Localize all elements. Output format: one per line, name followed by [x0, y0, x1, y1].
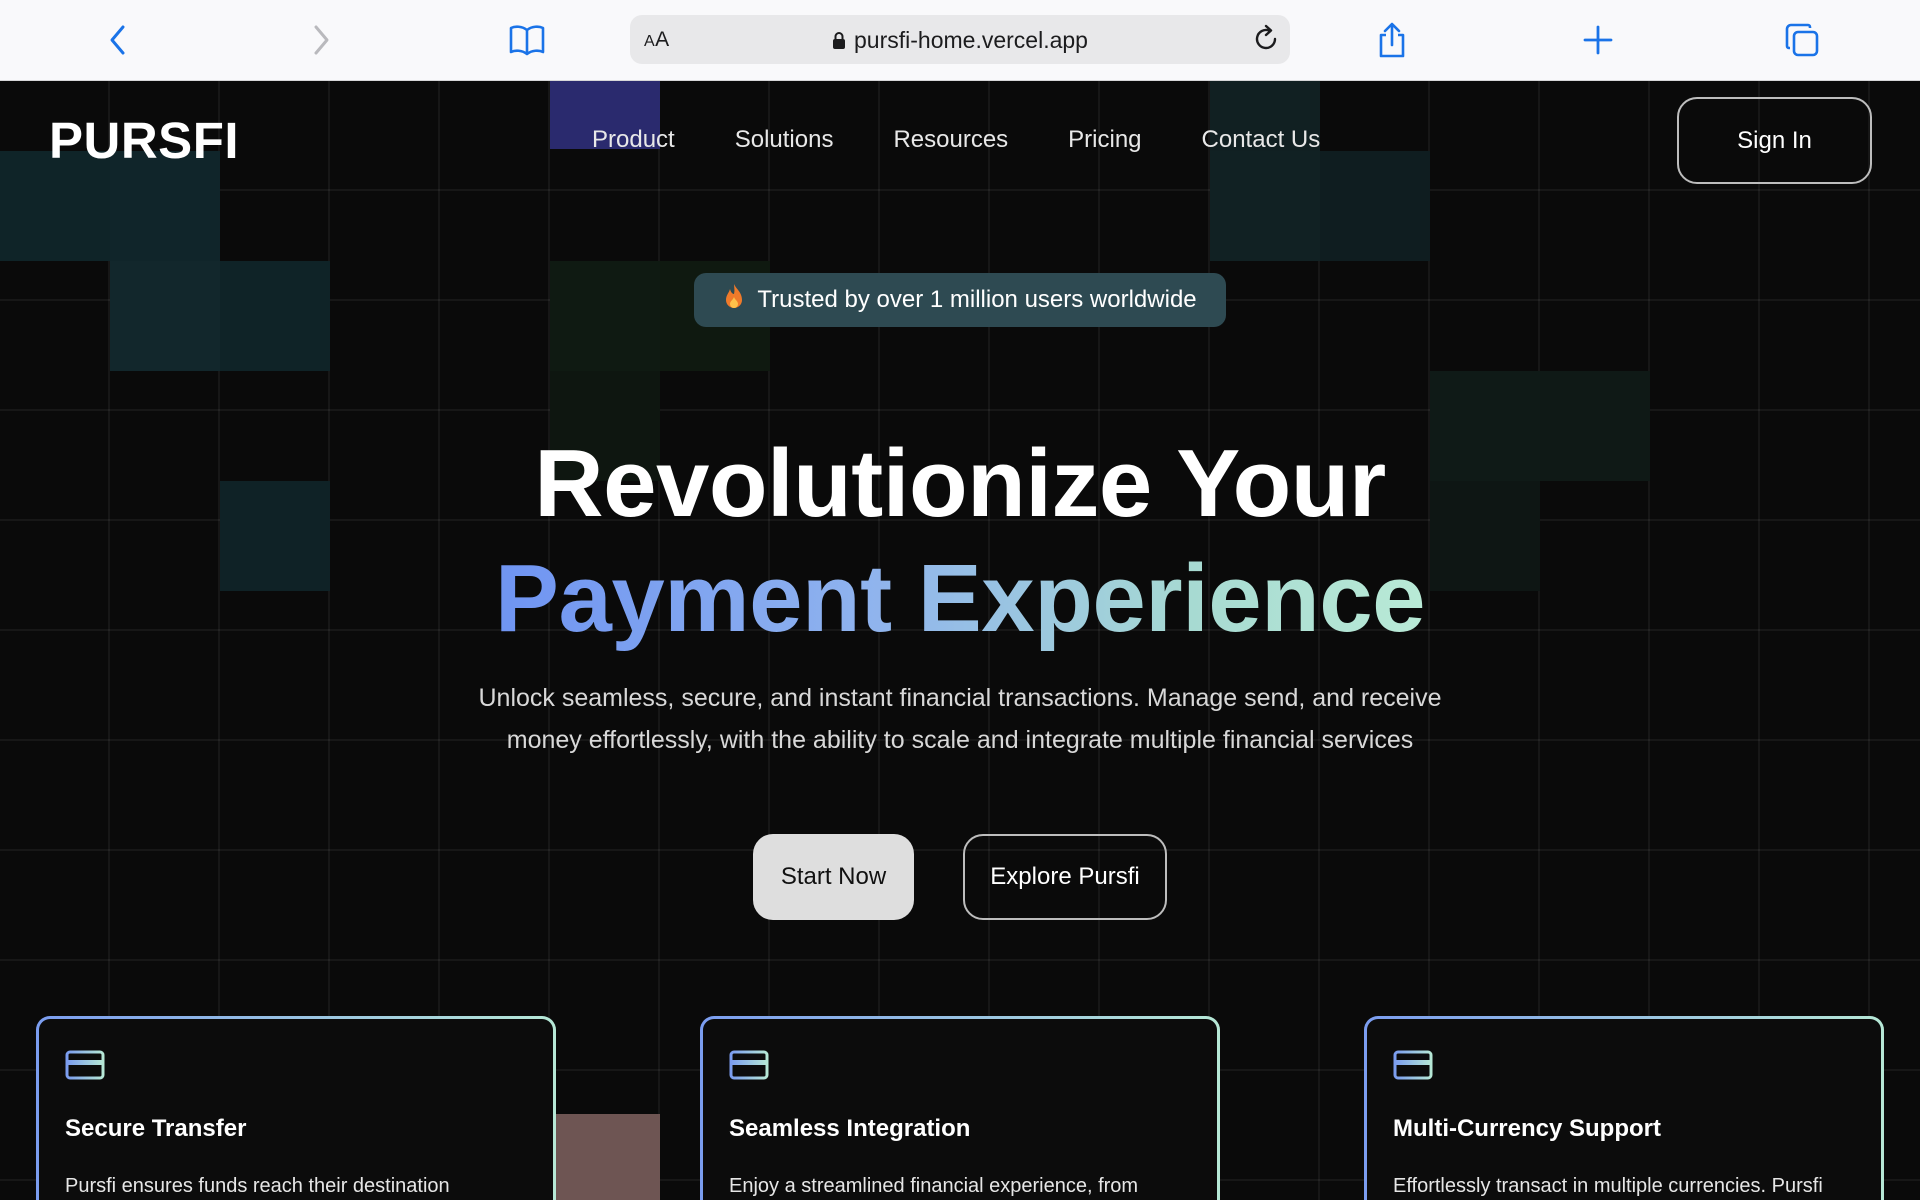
hero-title: Revolutionize Your Payment Experience [0, 426, 1920, 656]
fire-icon [723, 283, 745, 318]
nav-pricing[interactable]: Pricing [1068, 126, 1141, 154]
url-text: pursfi-home.vercel.app [854, 27, 1088, 53]
forward-icon[interactable] [301, 20, 341, 60]
feature-title: Multi-Currency Support [1393, 1115, 1661, 1142]
grid-tile [110, 261, 220, 371]
trust-badge: Trusted by over 1 million users worldwid… [694, 273, 1226, 327]
share-icon[interactable] [1372, 20, 1412, 60]
new-tab-icon[interactable] [1578, 20, 1618, 60]
grid-tile [550, 261, 660, 371]
feature-description: Effortlessly transact in multiple curren… [1393, 1175, 1823, 1197]
bookmarks-icon[interactable] [507, 20, 547, 60]
main-nav: Product Solutions Resources Pricing Cont… [592, 126, 1320, 154]
grid-tile [550, 1114, 660, 1200]
feature-description: Pursfi ensures funds reach their destina… [65, 1175, 450, 1197]
reload-icon[interactable] [1250, 23, 1282, 60]
feature-card-seamless-integration: Seamless Integration Enjoy a streamlined… [700, 1016, 1220, 1200]
grid-tile [1320, 151, 1430, 261]
lock-icon [832, 29, 846, 56]
credit-card-icon [65, 1049, 105, 1086]
back-icon[interactable] [98, 20, 138, 60]
nav-product[interactable]: Product [592, 126, 675, 154]
credit-card-icon [1393, 1049, 1433, 1086]
feature-title: Secure Transfer [65, 1115, 247, 1142]
nav-resources[interactable]: Resources [893, 126, 1008, 154]
tabs-overview-icon[interactable] [1782, 20, 1822, 60]
hero-subtitle: Unlock seamless, secure, and instant fin… [420, 677, 1500, 761]
hero-title-line2: Payment Experience [494, 545, 1426, 652]
feature-description: Enjoy a streamlined financial experience… [729, 1175, 1139, 1197]
credit-card-icon [729, 1049, 769, 1086]
grid-tile [1210, 151, 1320, 261]
hero-subtitle-line1: Unlock seamless, secure, and instant fin… [478, 684, 1442, 712]
feature-card-secure-transfer: Secure Transfer Pursfi ensures funds rea… [36, 1016, 556, 1200]
explore-pursfi-button[interactable]: Explore Pursfi [963, 834, 1167, 920]
nav-contact-us[interactable]: Contact Us [1202, 126, 1321, 154]
browser-toolbar: AA pursfi-home.vercel.app [0, 0, 1920, 81]
feature-card-multi-currency: Multi-Currency Support Effortlessly tran… [1364, 1016, 1884, 1200]
landing-page: PURSFI Product Solutions Resources Prici… [0, 81, 1920, 1200]
nav-solutions[interactable]: Solutions [735, 126, 834, 154]
brand-logo[interactable]: PURSFI [49, 111, 239, 170]
grid-tile [220, 261, 330, 371]
start-now-button[interactable]: Start Now [753, 834, 914, 920]
address-bar[interactable]: AA pursfi-home.vercel.app [630, 15, 1290, 64]
hero-subtitle-line2: money effortlessly, with the ability to … [506, 726, 1414, 754]
feature-title: Seamless Integration [729, 1115, 971, 1142]
trust-badge-text: Trusted by over 1 million users worldwid… [757, 286, 1197, 313]
hero-title-line1: Revolutionize Your [534, 430, 1386, 537]
sign-in-button[interactable]: Sign In [1677, 97, 1872, 184]
